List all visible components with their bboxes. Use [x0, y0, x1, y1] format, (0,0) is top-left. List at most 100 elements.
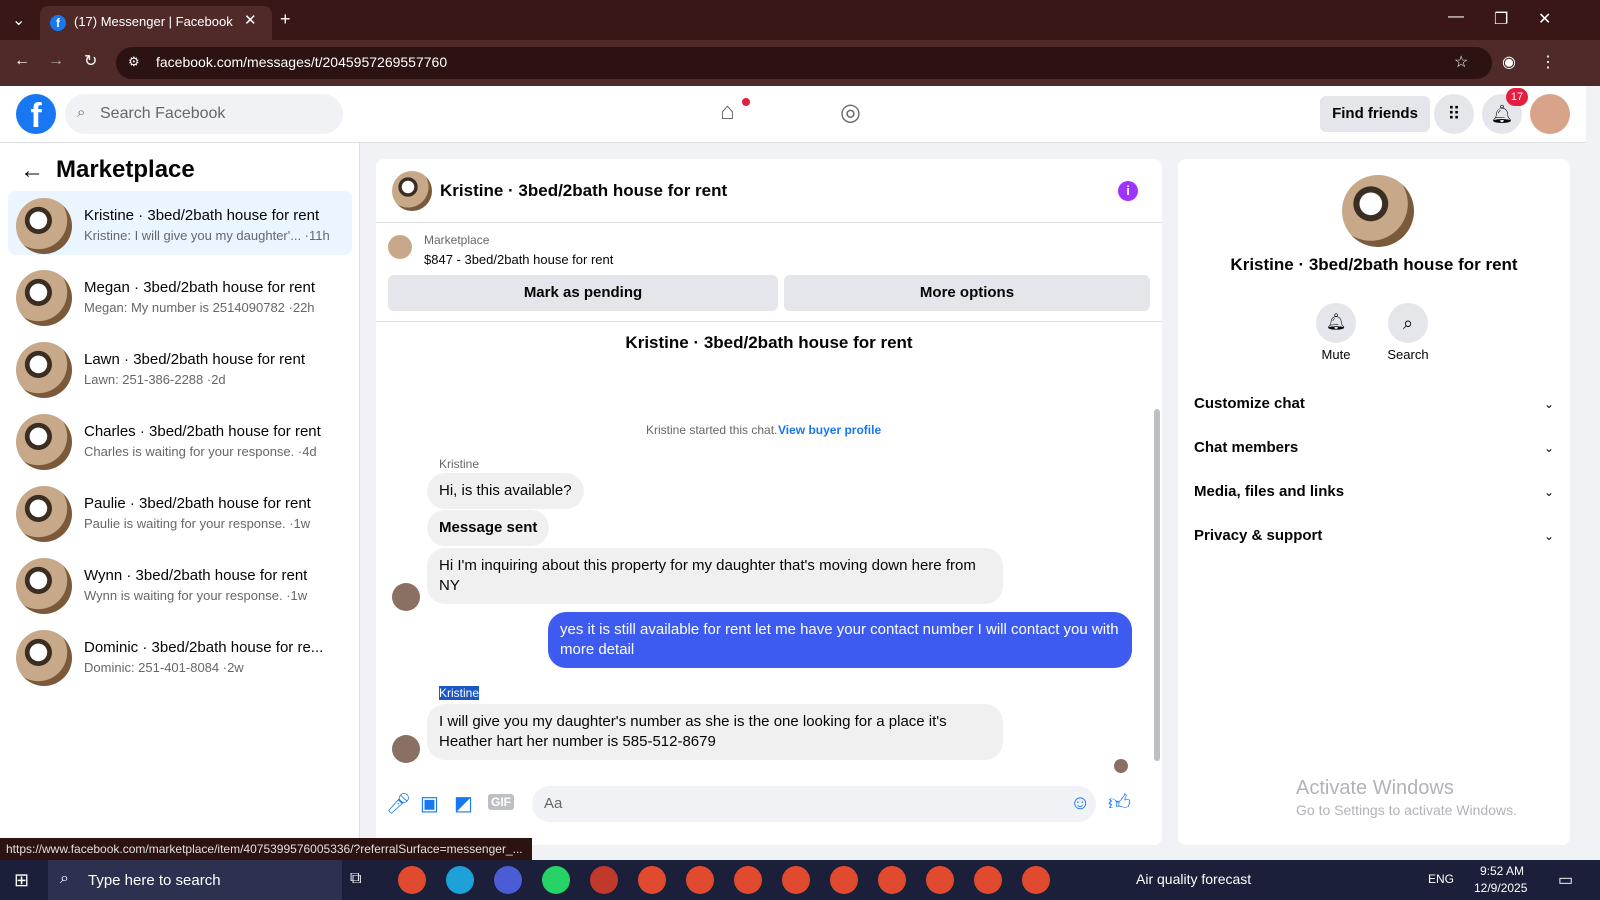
conversation-item[interactable]: Charles · 3bed/2bath house for rent Charl… [8, 407, 352, 471]
whatsapp-app-icon[interactable] [542, 866, 570, 894]
tab-list-icon[interactable]: ⌄ [12, 10, 25, 30]
task-view-icon[interactable]: ⧉ [350, 870, 361, 888]
close-tab-icon[interactable]: ✕ [244, 11, 257, 29]
conversation-item[interactable]: Dominic · 3bed/2bath house for re... Domi… [8, 623, 352, 687]
avatar [16, 414, 72, 470]
menu-grid-icon[interactable]: ⠿ [1434, 94, 1474, 134]
activate-windows-subtext: Go to Settings to activate Windows. [1296, 802, 1517, 818]
chrome-app-icon[interactable] [878, 866, 906, 894]
thumbs-up-icon[interactable]: 👍︎ [1108, 789, 1131, 816]
bookmark-star-icon[interactable]: ☆ [1454, 52, 1468, 72]
clock-time[interactable]: 9:52 AM [1480, 864, 1524, 878]
search-icon[interactable]: ⌕ [1388, 303, 1428, 343]
app-icon[interactable] [590, 866, 618, 894]
customize-chat-section[interactable]: Customize chat ⌄ [1178, 383, 1570, 427]
weather-widget[interactable]: Air quality forecast [1136, 871, 1251, 887]
chrome-app-icon[interactable] [830, 866, 858, 894]
chrome-app-icon[interactable] [686, 866, 714, 894]
message-input[interactable]: Aa ☺ [532, 786, 1096, 822]
info-icon[interactable]: i [1118, 181, 1138, 201]
notification-center-icon[interactable]: ▭ [1558, 870, 1573, 890]
taskbar-search[interactable]: ⌕ Type here to search [48, 860, 342, 900]
section-label: Customize chat [1194, 395, 1305, 412]
conversation-item[interactable]: Kristine · 3bed/2bath house for rent Kris… [8, 191, 352, 255]
mute-bell-icon[interactable]: 🔔︎ [1316, 303, 1356, 343]
url-text: facebook.com/messages/t/2045957269557760 [156, 54, 448, 70]
conversation-preview: Charles is waiting for your response. ·4… [84, 444, 317, 459]
clock-date[interactable]: 12/9/2025 [1474, 881, 1527, 895]
forward-icon[interactable]: → [48, 52, 64, 70]
chrome-app-icon[interactable] [1022, 866, 1050, 894]
chrome-app-icon[interactable] [926, 866, 954, 894]
url-field[interactable]: ⚙ facebook.com/messages/t/20459572695577… [116, 47, 1492, 79]
browser-tab[interactable]: f (17) Messenger | Facebook ✕ [40, 6, 272, 40]
media-files-section[interactable]: Media, files and links ⌄ [1178, 471, 1570, 515]
close-window-icon[interactable]: ✕ [1538, 9, 1551, 29]
app-icon[interactable] [494, 866, 522, 894]
message-bubble[interactable]: Message sent [427, 510, 550, 546]
chrome-app-icon[interactable] [734, 866, 762, 894]
find-friends-button[interactable]: Find friends [1320, 96, 1430, 132]
conversation-item[interactable]: Lawn · 3bed/2bath house for rent Lawn: 25… [8, 335, 352, 399]
home-icon[interactable]: ⌂ [720, 98, 735, 126]
conversation-name: Lawn · 3bed/2bath house for rent [84, 351, 305, 368]
chevron-down-icon: ⌄ [1543, 529, 1554, 543]
photo-icon[interactable]: ▣ [420, 791, 439, 816]
search-facebook-input[interactable]: ⌕ Search Facebook [65, 94, 343, 134]
chat-panel: Kristine · 3bed/2bath house for rent i M… [376, 159, 1162, 845]
account-avatar[interactable] [1530, 94, 1570, 134]
more-options-button[interactable]: More options [784, 275, 1150, 311]
emoji-icon[interactable]: ☺ [1070, 792, 1090, 815]
listing-title[interactable]: $847 - 3bed/2bath house for rent [424, 252, 613, 267]
facebook-logo-icon[interactable]: f [16, 94, 56, 135]
chat-scrollbar[interactable] [1154, 409, 1160, 761]
new-tab-icon[interactable]: + [280, 9, 291, 30]
chrome-app-icon[interactable] [974, 866, 1002, 894]
chrome-app-icon[interactable] [398, 866, 426, 894]
edge-app-icon[interactable] [446, 866, 474, 894]
chevron-down-icon: ⌄ [1543, 397, 1554, 411]
language-indicator[interactable]: ENG [1428, 872, 1454, 886]
conversation-item[interactable]: Wynn · 3bed/2bath house for rent Wynn is … [8, 551, 352, 615]
message-bubble[interactable]: Hi I'm inquiring about this property for… [427, 548, 1003, 604]
chat-members-section[interactable]: Chat members ⌄ [1178, 427, 1570, 471]
message-bubble[interactable]: I will give you my daughter's number as … [427, 704, 1003, 760]
chat-title[interactable]: Kristine · 3bed/2bath house for rent [440, 181, 727, 201]
gif-icon[interactable]: GIF [488, 794, 514, 810]
view-buyer-profile-link[interactable]: View buyer profile [778, 423, 881, 437]
mark-as-pending-button[interactable]: Mark as pending [388, 275, 778, 311]
chrome-app-icon[interactable] [782, 866, 810, 894]
conversation-item[interactable]: Megan · 3bed/2bath house for rent Megan: … [8, 263, 352, 327]
search-label: Search [1387, 347, 1429, 362]
search-icon: ⌕ [60, 870, 69, 887]
conversation-item[interactable]: Paulie · 3bed/2bath house for rent Paulie… [8, 479, 352, 543]
reload-icon[interactable]: ↻ [84, 51, 97, 71]
back-icon[interactable]: ← [14, 52, 30, 70]
sticker-icon[interactable]: ◩ [454, 791, 473, 816]
avatar [16, 630, 72, 686]
site-info-icon[interactable]: ⚙ [128, 54, 140, 70]
section-label: Privacy & support [1194, 527, 1323, 544]
profile-icon[interactable]: ◉ [1502, 52, 1516, 72]
minimize-icon[interactable]: — [1448, 8, 1464, 26]
sidebar-title: Marketplace [56, 156, 195, 183]
conversation-preview: Wynn is waiting for your response. ·1w [84, 588, 308, 603]
groups-icon[interactable]: ◎ [840, 98, 861, 127]
chat-avatar[interactable] [392, 171, 432, 211]
windows-start-icon[interactable]: ⊞ [14, 870, 29, 891]
chevron-down-icon: ⌄ [1543, 441, 1554, 455]
info-avatar [1342, 175, 1414, 247]
divider [376, 321, 1162, 322]
seen-avatar [1114, 759, 1128, 773]
restore-icon[interactable]: ❐ [1494, 9, 1508, 29]
back-arrow-icon[interactable]: ← [20, 157, 44, 185]
privacy-support-section[interactable]: Privacy & support ⌄ [1178, 515, 1570, 559]
chrome-app-icon[interactable] [638, 866, 666, 894]
menu-dots-icon[interactable]: ⋮ [1540, 52, 1556, 72]
conversation-name: Kristine · 3bed/2bath house for rent [84, 207, 320, 224]
chevron-down-icon: ⌄ [1543, 485, 1554, 499]
windows-taskbar: ⊞ ⌕ Type here to search ⧉ Air quality fo… [0, 860, 1600, 900]
sent-message-bubble[interactable]: yes it is still available for rent let m… [548, 612, 1132, 668]
message-bubble[interactable]: Hi, is this available? [427, 473, 584, 509]
microphone-icon[interactable]: 🎤︎ [386, 791, 411, 816]
